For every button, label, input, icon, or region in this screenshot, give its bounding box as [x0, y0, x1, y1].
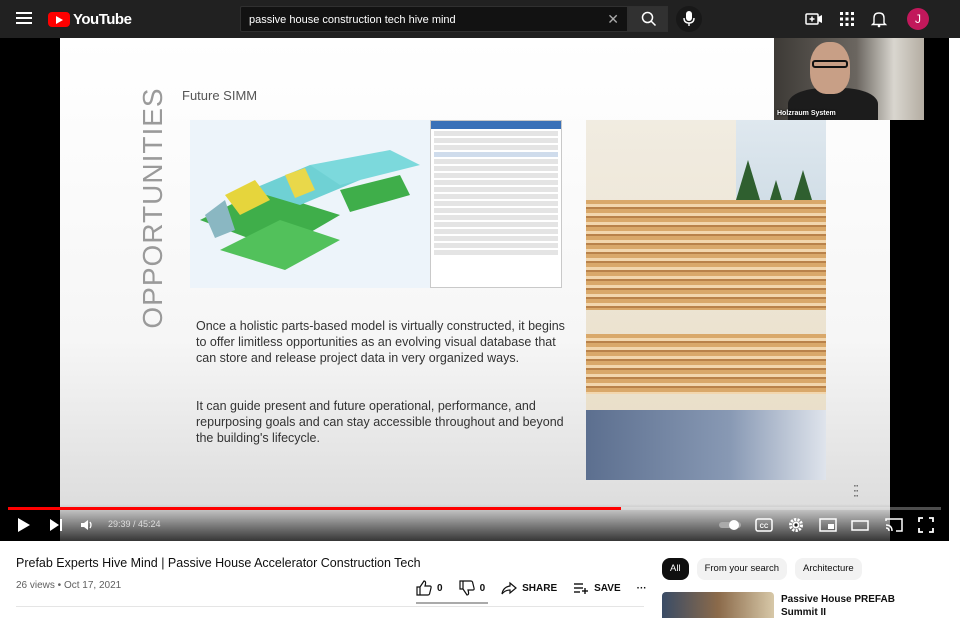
webcam-name-label: Holzraum System [777, 110, 836, 117]
slide-paragraph-1: Once a holistic parts-based model is vir… [196, 319, 565, 365]
miniplayer-icon[interactable] [819, 516, 837, 534]
recommended-video-title[interactable]: Passive House PREFAB Summit II [781, 593, 921, 619]
search-input[interactable] [249, 11, 599, 28]
search-box: ✕ [240, 6, 628, 32]
share-icon [501, 581, 518, 595]
chip-architecture[interactable]: Architecture [795, 558, 862, 580]
volume-icon[interactable] [80, 516, 96, 534]
like-count: 0 [437, 582, 443, 594]
dislike-count: 0 [479, 582, 486, 594]
top-bar: YouTube ✕ J [0, 0, 960, 38]
create-video-icon[interactable] [805, 10, 823, 28]
bim-model-image [190, 120, 430, 288]
theater-mode-icon[interactable] [851, 516, 869, 534]
save-button[interactable]: SAVE [573, 580, 621, 596]
svg-text:CC: CC [760, 524, 769, 530]
time-display: 29:39 / 45:24 [108, 519, 161, 529]
share-button[interactable]: SHARE [501, 580, 557, 596]
save-playlist-icon [574, 583, 589, 594]
save-label: SAVE [594, 582, 621, 594]
share-label: SHARE [522, 582, 558, 594]
chip-all[interactable]: All [662, 558, 689, 580]
account-avatar[interactable]: J [907, 8, 929, 30]
video-actions: 0 0 SHARE SAVE ··· [416, 578, 663, 598]
slide-paragraph-2: It can guide present and future operatio… [196, 399, 564, 445]
video-player[interactable]: OPPORTUNITIES Future SIMM Once a holisti… [0, 38, 949, 541]
cast-icon[interactable] [885, 516, 903, 534]
notifications-bell-icon[interactable] [870, 10, 888, 28]
captions-icon[interactable]: CC [755, 516, 773, 534]
more-actions-button[interactable]: ··· [637, 583, 647, 594]
presentation-slide: OPPORTUNITIES Future SIMM Once a holisti… [60, 38, 890, 541]
clear-search-icon[interactable]: ✕ [607, 11, 619, 28]
like-ratio-bar [416, 602, 488, 604]
like-button[interactable]: 0 [416, 580, 443, 596]
search-icon [641, 11, 657, 27]
thumbs-down-icon [458, 580, 475, 596]
next-icon[interactable] [48, 516, 64, 534]
presenter-webcam: Holzraum System [774, 38, 924, 120]
slide-corner-logo: ▪▪▪ ▪▪▪ ▪▪▪ [854, 483, 859, 498]
settings-gear-icon[interactable] [787, 516, 805, 534]
slide-vertical-title: OPPORTUNITIES [137, 87, 168, 329]
youtube-wordmark: YouTube [73, 10, 132, 28]
microphone-icon [683, 11, 695, 26]
fullscreen-icon[interactable] [917, 516, 935, 534]
video-title: Prefab Experts Hive Mind | Passive House… [16, 556, 421, 570]
chip-from-your-search[interactable]: From your search [696, 558, 787, 580]
apps-grid-icon[interactable] [838, 10, 856, 28]
clt-panels-photo [586, 120, 826, 480]
recommended-video-thumbnail[interactable] [662, 592, 774, 618]
dislike-button[interactable]: 0 [458, 580, 486, 596]
play-icon[interactable] [16, 516, 32, 534]
search-button[interactable] [628, 6, 668, 32]
menu-icon[interactable] [14, 9, 34, 29]
thumbs-up-icon [416, 580, 432, 596]
filter-chips: All From your search Architecture [662, 558, 870, 580]
youtube-play-icon [48, 11, 70, 27]
voice-search-button[interactable] [676, 6, 702, 32]
divider [16, 606, 644, 607]
progress-bar[interactable] [8, 507, 941, 510]
video-meta: 26 views • Oct 17, 2021 [16, 580, 122, 591]
properties-panel-image [430, 120, 562, 288]
youtube-logo[interactable]: YouTube [48, 10, 132, 28]
autoplay-toggle-icon[interactable] [718, 516, 742, 534]
slide-subtitle: Future SIMM [182, 88, 258, 103]
